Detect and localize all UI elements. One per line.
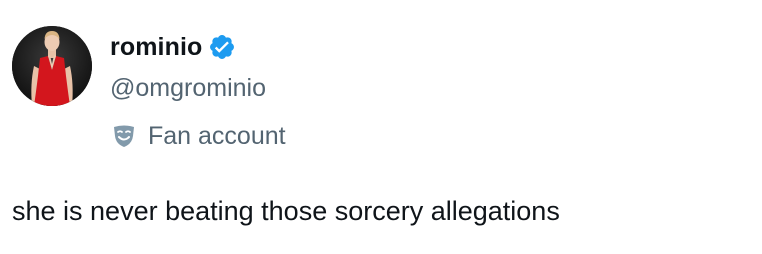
display-name[interactable]: rominio [110, 33, 202, 62]
avatar[interactable] [12, 26, 92, 106]
tweet-text: she is never beating those sorcery alleg… [12, 196, 560, 226]
verified-badge-icon[interactable] [208, 33, 236, 61]
theater-mask-icon [110, 122, 138, 150]
tweet-card: rominio @omgrominio Fan account she is n… [0, 0, 762, 254]
account-label-text: Fan account [148, 121, 286, 150]
author-handle[interactable]: @omgrominio [110, 74, 266, 103]
author-name-row: rominio [110, 30, 236, 64]
avatar-image [12, 26, 92, 106]
account-label: Fan account [110, 119, 286, 153]
